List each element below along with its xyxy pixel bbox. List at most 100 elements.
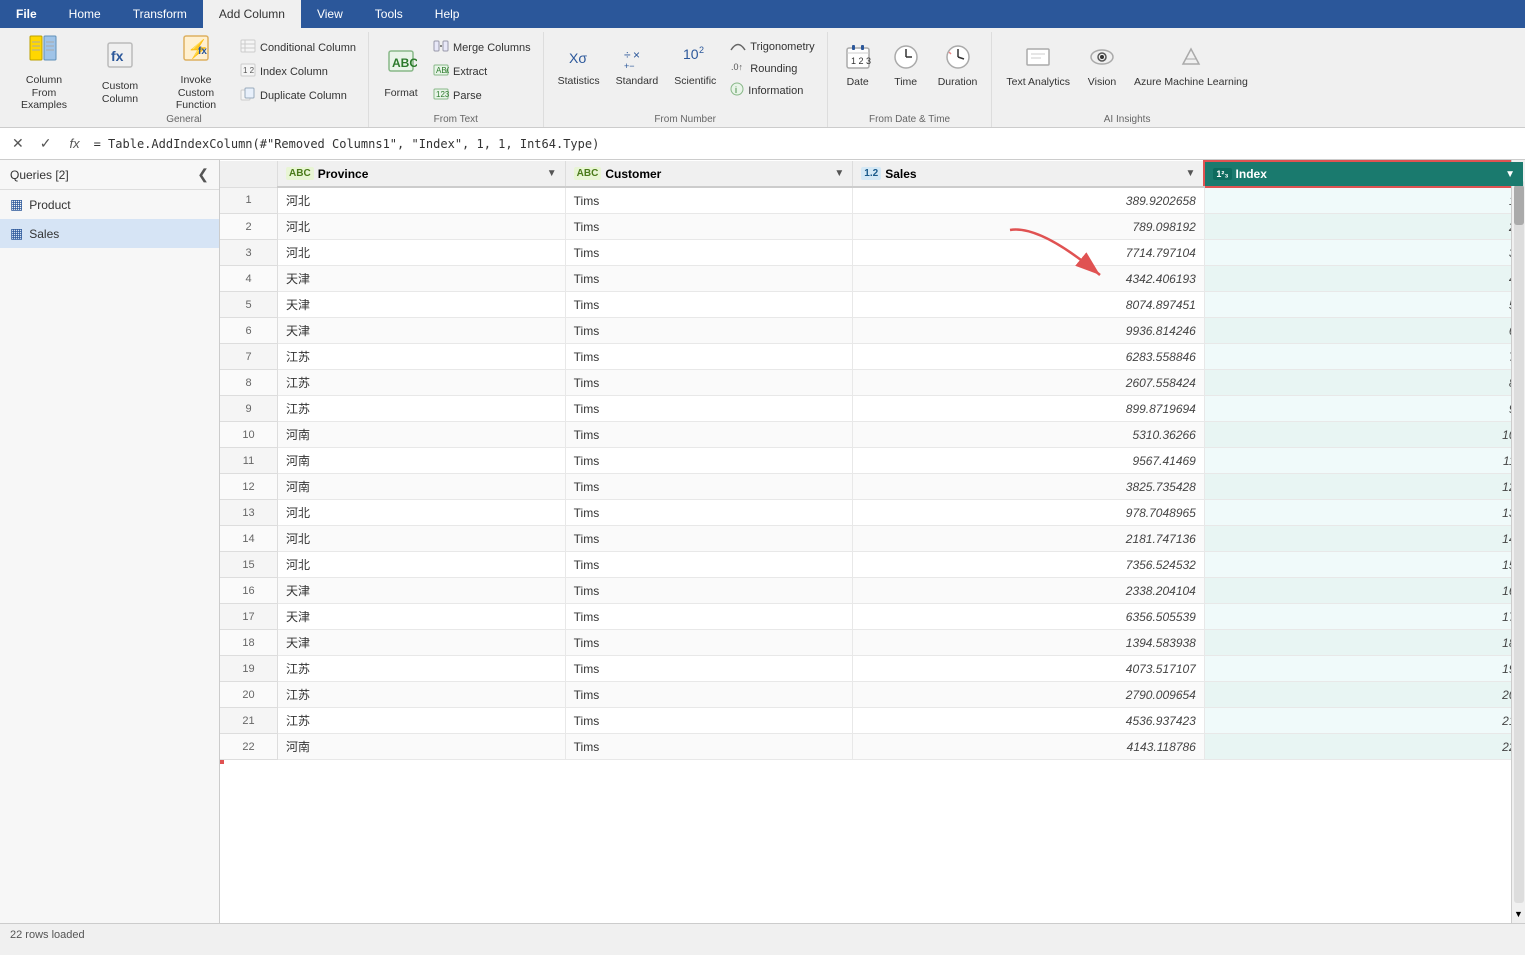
tab-file[interactable]: File [0,0,53,28]
statistics-icon: Xσ [567,45,591,75]
table-row: 12河南Tims3825.73542812 [220,474,1524,500]
index-cell: 22 [1204,734,1524,760]
scroll-down-arrow[interactable]: ▼ [1514,905,1523,923]
duplicate-column-button[interactable]: Duplicate Column [236,84,360,107]
customer-cell: Tims [565,552,853,578]
row-number: 1 [220,187,278,214]
azure-ml-icon [1178,44,1204,76]
vision-icon [1089,44,1115,76]
tab-add-column[interactable]: Add Column [203,0,301,28]
province-col-dropdown[interactable]: ▼ [547,168,557,179]
duplicate-column-label: Duplicate Column [260,90,347,102]
index-type-icon: 1²₃ [1213,168,1231,180]
invoke-custom-function-label: Invoke Custom Function [166,74,226,112]
svg-text:×: × [633,48,640,62]
query-item-product[interactable]: ▦ Product [0,190,219,219]
index-column-button[interactable]: 1 2 3 Index Column [236,60,360,83]
svg-text:↓: ↓ [445,68,449,75]
information-label: Information [748,85,803,97]
scientific-label: Scientific [674,75,716,87]
rounding-button[interactable]: .0↑ Rounding [726,58,818,79]
sales-cell: 4143.118786 [853,734,1205,760]
customer-column-header[interactable]: ABC Customer ▼ [565,161,853,187]
row-number: 3 [220,240,278,266]
azure-ml-label: Azure Machine Learning [1134,76,1248,88]
sales-cell: 7714.797104 [853,240,1205,266]
formula-confirm-icon[interactable]: ✓ [36,133,56,154]
index-cell: 18 [1204,630,1524,656]
index-column-header[interactable]: 1²₃ Index ▼ [1204,161,1524,187]
index-col-dropdown[interactable]: ▼ [1505,169,1515,180]
ribbon-col-more: Conditional Column 1 2 3 Index Column Du… [236,36,360,107]
format-button[interactable]: ABC Format [377,36,425,108]
table-row: 4天津Tims4342.4061934 [220,266,1524,292]
invoke-custom-function-button[interactable]: ⚡fx Invoke Custom Function [160,36,232,108]
tab-view[interactable]: View [301,0,359,28]
formula-input[interactable] [94,137,1517,151]
conditional-column-button[interactable]: Conditional Column [236,36,360,59]
scientific-button[interactable]: 102 Scientific [668,36,722,96]
azure-ml-button[interactable]: Azure Machine Learning [1128,36,1254,96]
text-analytics-button[interactable]: Text Analytics [1000,36,1076,96]
column-from-examples-button[interactable]: Column From Examples [8,36,80,108]
sales-column-header[interactable]: 1.2 Sales ▼ [853,161,1205,187]
column-from-examples-label: Column From Examples [14,74,74,112]
merge-columns-label: Merge Columns [453,42,531,54]
customer-cell: Tims [565,630,853,656]
formula-cancel-icon[interactable]: ✕ [8,133,28,154]
sales-cell: 978.7048965 [853,500,1205,526]
statistics-button[interactable]: Xσ Statistics [552,36,606,96]
standard-button[interactable]: ÷×+− Standard [610,36,665,96]
data-grid-wrapper[interactable]: ABC Province ▼ ABC Customer ▼ [220,160,1525,923]
sales-table-icon: ▦ [10,225,23,242]
queries-collapse-button[interactable]: ❮ [197,166,209,183]
merge-columns-button[interactable]: Merge Columns [429,36,535,59]
scroll-track [1514,180,1524,903]
customer-col-dropdown[interactable]: ▼ [834,168,844,179]
table-row: 15河北Tims7356.52453215 [220,552,1524,578]
vertical-scrollbar[interactable]: ▲ ▼ [1511,160,1525,923]
table-row: 3河北Tims7714.7971043 [220,240,1524,266]
svg-text:1 2 3: 1 2 3 [851,56,871,66]
time-button[interactable]: Time [884,36,928,96]
parse-button[interactable]: 123 Parse [429,84,535,107]
column-from-examples-icon [28,32,60,72]
table-row: 16天津Tims2338.20410416 [220,578,1524,604]
trigonometry-button[interactable]: Trigonometry [726,36,818,57]
index-cell: 20 [1204,682,1524,708]
date-icon: 1 2 3 [845,44,871,76]
statistics-label: Statistics [558,75,600,87]
sales-cell: 3825.735428 [853,474,1205,500]
svg-text:10: 10 [683,46,699,62]
row-number: 5 [220,292,278,318]
tab-help[interactable]: Help [419,0,476,28]
information-button[interactable]: i Information [726,80,818,101]
ribbon-group-from-number: Xσ Statistics ÷×+− Standard 102 Scientif… [544,32,828,127]
custom-column-button[interactable]: fx Custom Column [84,36,156,108]
tab-transform[interactable]: Transform [117,0,203,28]
tab-home[interactable]: Home [53,0,117,28]
date-button[interactable]: 1 2 3 Date [836,36,880,96]
tab-tools[interactable]: Tools [359,0,419,28]
customer-cell: Tims [565,344,853,370]
index-cell: 15 [1204,552,1524,578]
sales-cell: 9567.41469 [853,448,1205,474]
query-item-sales[interactable]: ▦ Sales [0,219,219,248]
province-cell: 江苏 [278,656,566,682]
index-cell: 11 [1204,448,1524,474]
duration-button[interactable]: Duration [932,36,984,96]
scroll-thumb[interactable] [1514,185,1524,225]
extract-button[interactable]: ABC↓ Extract [429,60,535,83]
sales-cell: 7356.524532 [853,552,1205,578]
table-row: 5天津Tims8074.8974515 [220,292,1524,318]
svg-text:+−: +− [624,61,635,69]
trigonometry-label: Trigonometry [750,41,814,53]
province-cell: 江苏 [278,370,566,396]
ribbon-col-text: Merge Columns ABC↓ Extract 123 Parse [429,36,535,107]
province-column-header[interactable]: ABC Province ▼ [278,161,566,187]
row-number: 19 [220,656,278,682]
province-cell: 河北 [278,214,566,240]
index-cell: 7 [1204,344,1524,370]
sales-col-dropdown[interactable]: ▼ [1185,168,1195,179]
vision-button[interactable]: Vision [1080,36,1124,96]
